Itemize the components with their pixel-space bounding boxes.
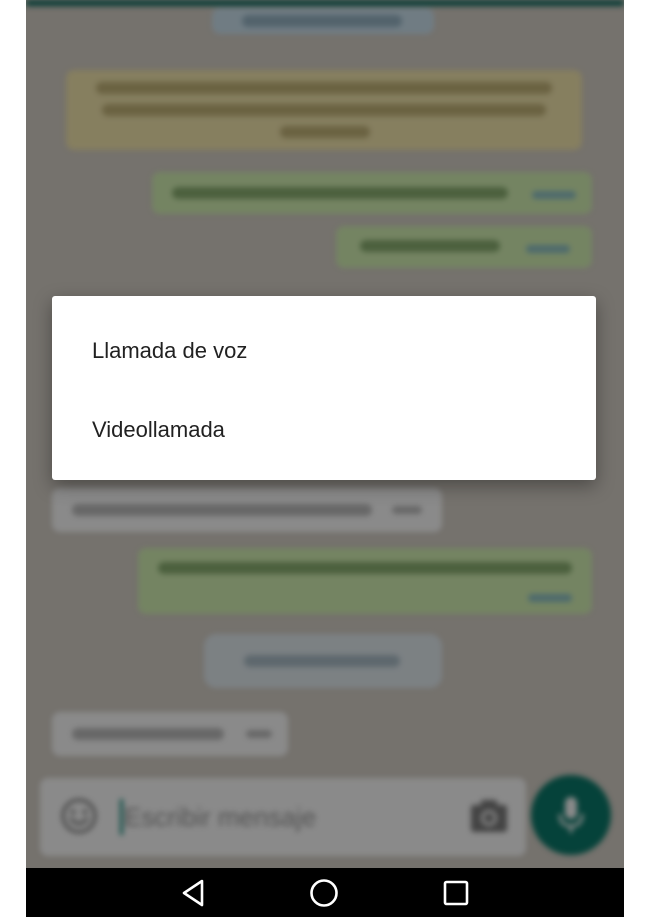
call-type-dialog: Llamada de voz Videollamada [52, 296, 596, 480]
back-triangle-icon[interactable] [176, 877, 210, 909]
home-circle-icon[interactable] [307, 877, 341, 909]
phone-screen: Llamada de voz Videollamada [26, 0, 624, 917]
system-navigation-bar [26, 868, 624, 917]
recents-square-icon[interactable] [439, 877, 473, 909]
video-call-option[interactable]: Videollamada [52, 390, 596, 470]
voice-call-option[interactable]: Llamada de voz [52, 311, 596, 391]
